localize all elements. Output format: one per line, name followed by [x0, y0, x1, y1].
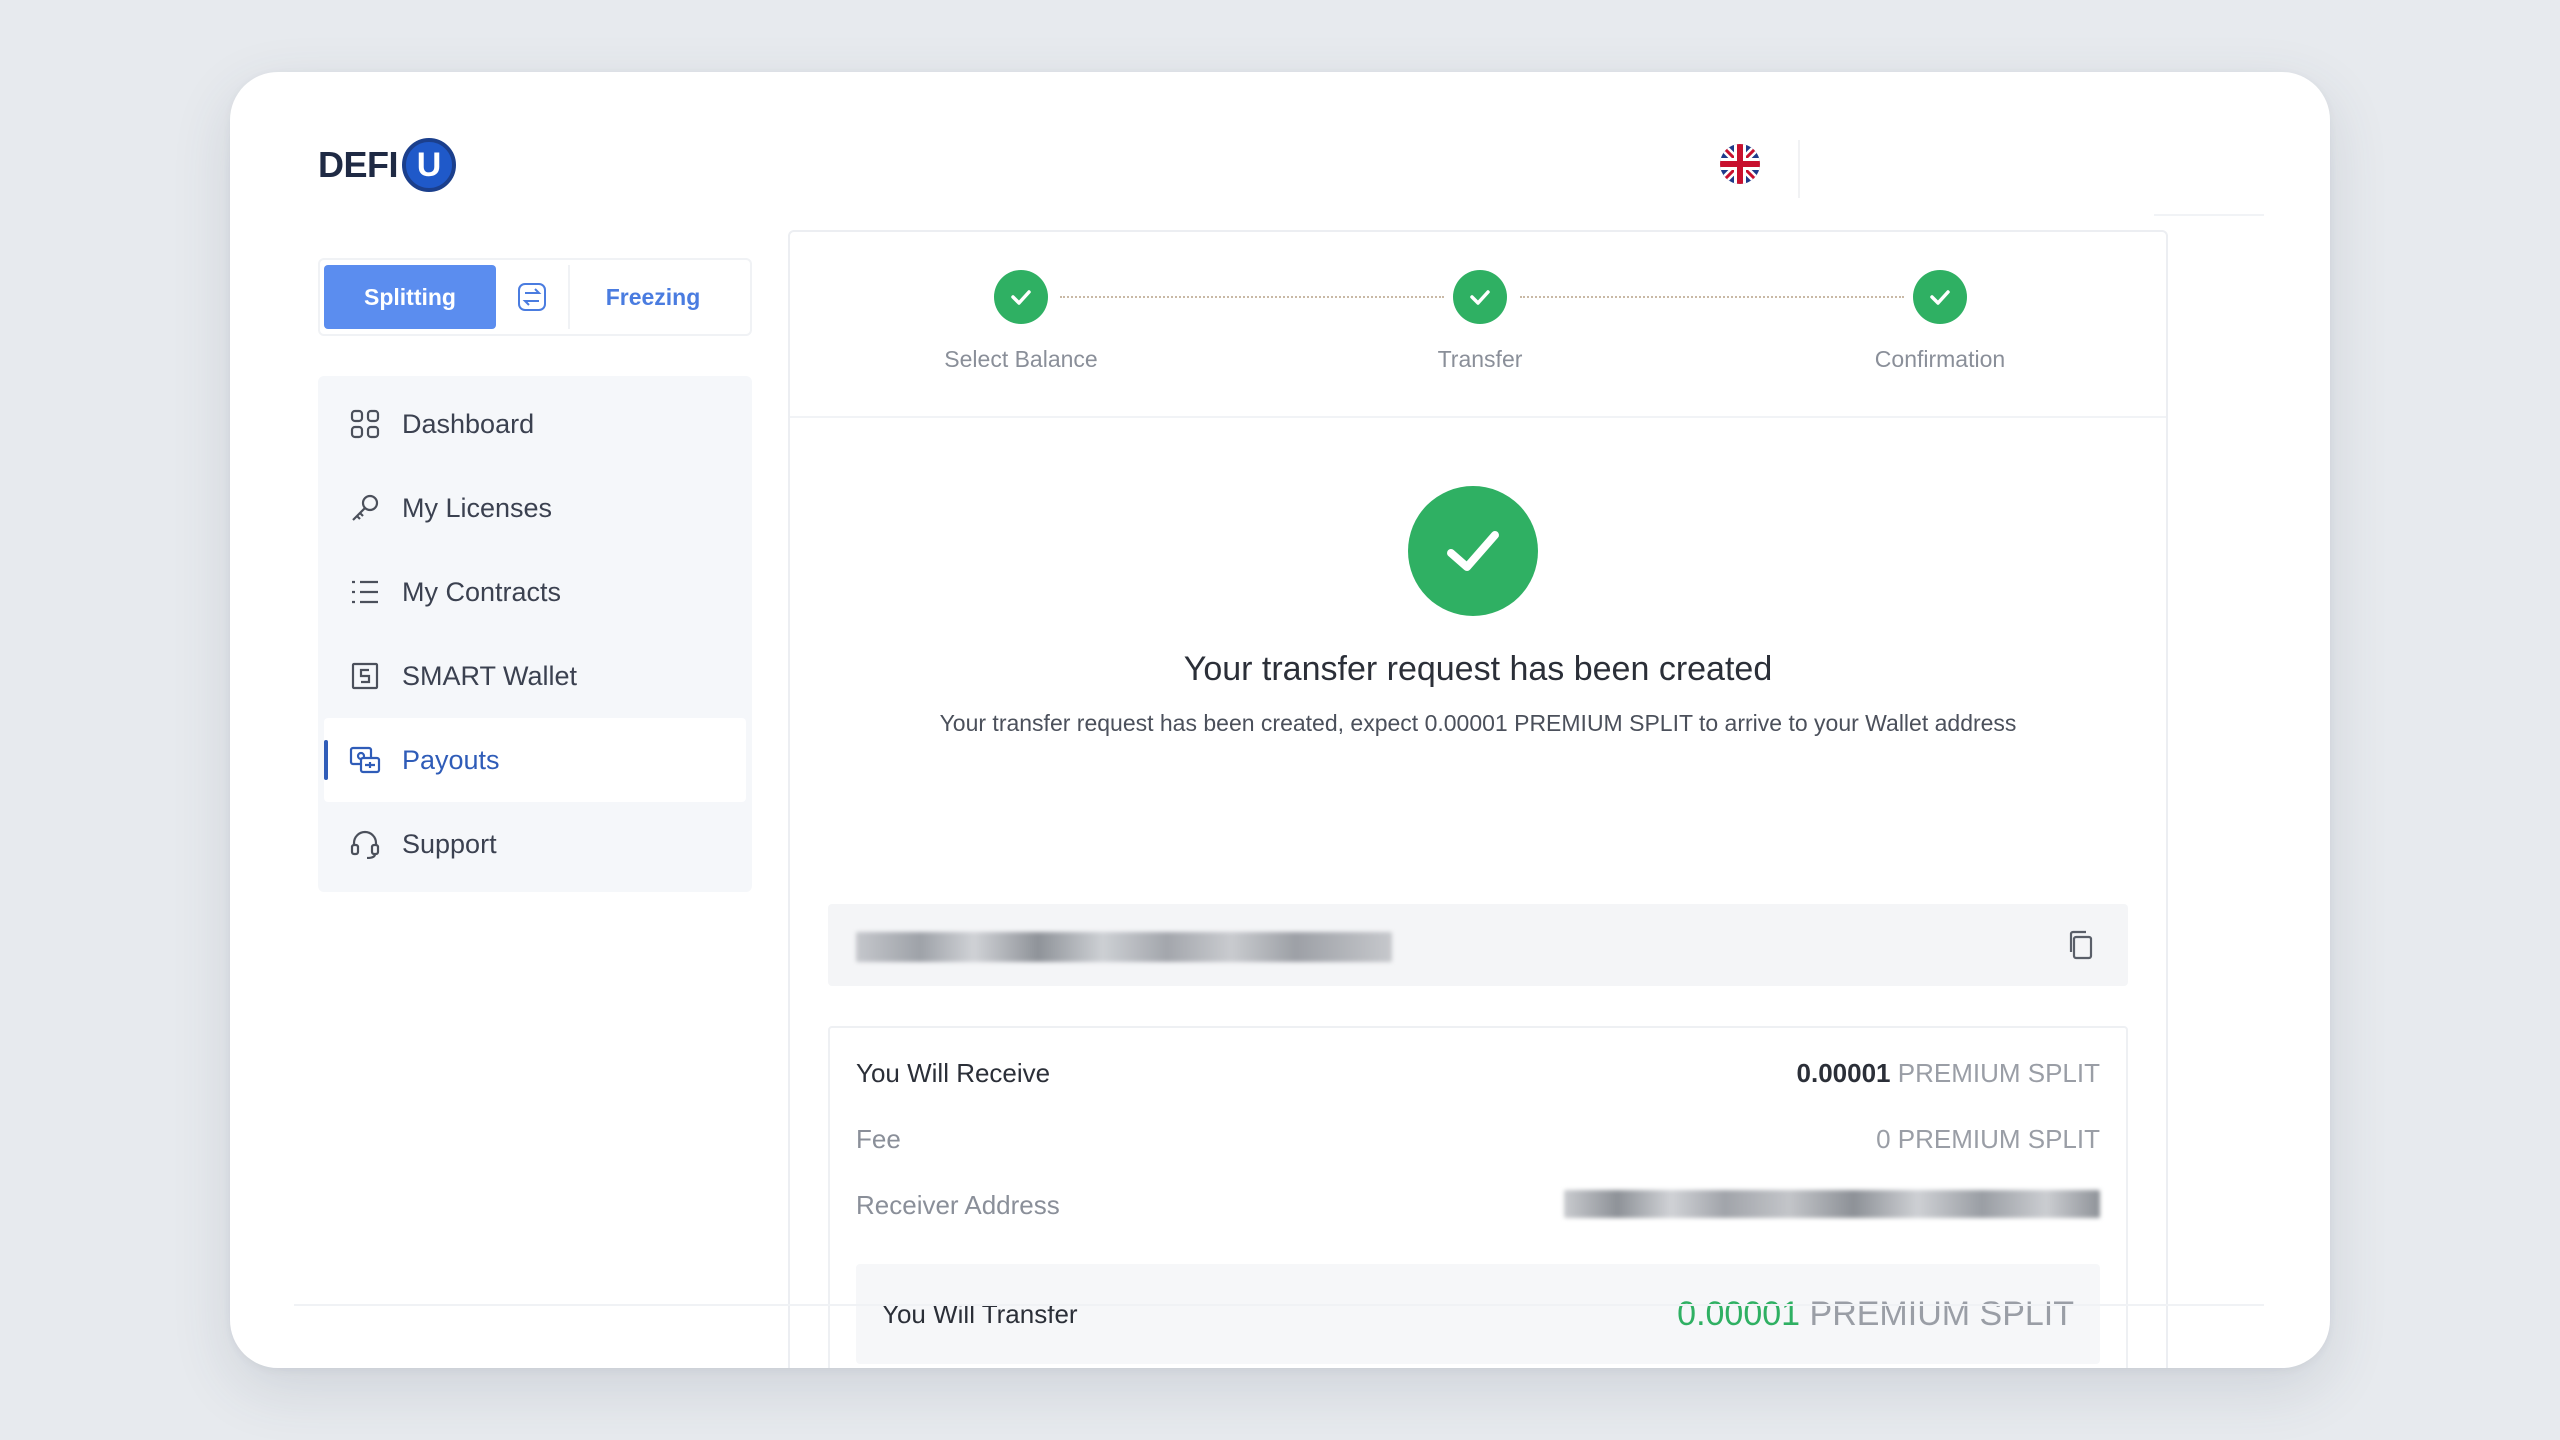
receive-row: You Will Receive 0.00001 PREMIUM SPLIT	[856, 1058, 2100, 1089]
step-label: Select Balance	[944, 346, 1098, 372]
transfer-unit: PREMIUM SPLIT	[1809, 1294, 2074, 1333]
result-title: Your transfer request has been created	[1183, 650, 1773, 688]
receiver-label: Receiver Address	[856, 1190, 1060, 1220]
sidebar-item-label: Payouts	[402, 744, 500, 775]
swap-icon[interactable]	[496, 265, 568, 329]
check-icon	[1913, 270, 1967, 324]
freezing-button[interactable]: Freezing	[568, 265, 736, 329]
step-label: Confirmation	[1874, 346, 2006, 372]
step-confirmation: Confirmation	[1820, 270, 2060, 373]
step-label: Transfer	[1437, 346, 1523, 372]
redacted-receiver-address	[1564, 1190, 2100, 1218]
sidebar-item-label: Support	[402, 828, 497, 859]
logo-badge: U	[402, 138, 457, 192]
redacted-wallet-address	[856, 932, 1392, 962]
stepper: Select Balance Transfer Confirmation	[790, 232, 2166, 418]
fee-value: 0 PREMIUM SPLIT	[1876, 1124, 2100, 1154]
check-icon	[1453, 270, 1507, 324]
app-window: DEFI U Splitting Freezing Dashboard My L…	[230, 72, 2330, 1368]
transfer-summary: You Will Receive 0.00001 PREMIUM SPLIT F…	[828, 1026, 2128, 1368]
grid-icon	[348, 407, 382, 441]
sidebar-item-support[interactable]: Support	[324, 802, 746, 886]
payouts-icon	[348, 743, 382, 777]
footer-divider	[294, 1304, 2264, 1306]
check-icon	[994, 270, 1048, 324]
step-select-balance: Select Balance	[901, 270, 1141, 373]
mode-switch: Splitting Freezing	[318, 258, 752, 336]
step-transfer: Transfer	[1360, 270, 1600, 373]
brand-logo[interactable]: DEFI U	[318, 138, 457, 192]
sidebar-item-payouts[interactable]: Payouts	[324, 718, 746, 802]
key-icon	[348, 491, 382, 525]
result-subtitle: Your transfer request has been created, …	[939, 710, 2017, 736]
header-divider	[1798, 140, 1800, 198]
transfer-amount: 0.00001	[1677, 1294, 1801, 1333]
sidebar-item-label: My Contracts	[402, 576, 562, 607]
uk-flag-icon[interactable]	[1720, 144, 1760, 184]
header-underline	[2154, 214, 2264, 216]
sidebar-nav: Dashboard My Licenses My Contracts SMART…	[318, 376, 752, 892]
sidebar-item-smart-wallet[interactable]: SMART Wallet	[324, 634, 746, 718]
sidebar-item-my-licenses[interactable]: My Licenses	[324, 466, 746, 550]
wallet-icon	[348, 659, 382, 693]
sidebar-item-dashboard[interactable]: Dashboard	[324, 382, 746, 466]
sidebar-item-label: Dashboard	[402, 408, 535, 439]
receiver-row: Receiver Address	[856, 1190, 2100, 1221]
receive-label: You Will Receive	[856, 1058, 1051, 1088]
fee-label: Fee	[856, 1124, 901, 1154]
sidebar-item-label: My Licenses	[402, 492, 553, 523]
fee-row: Fee 0 PREMIUM SPLIT	[856, 1124, 2100, 1155]
sidebar-item-label: SMART Wallet	[402, 660, 578, 691]
transfer-panel: Select Balance Transfer Confirmation You…	[788, 230, 2168, 1368]
list-icon	[348, 575, 382, 609]
transfer-total-row: You Will Transfer 0.00001 PREMIUM SPLIT	[856, 1264, 2100, 1364]
logo-text: DEFI	[318, 144, 399, 185]
copy-icon[interactable]	[2064, 928, 2098, 962]
success-check-icon	[1408, 486, 1538, 616]
splitting-button[interactable]: Splitting	[324, 265, 496, 329]
headset-icon	[348, 827, 382, 861]
receive-unit: PREMIUM SPLIT	[1897, 1058, 2100, 1088]
receive-amount: 0.00001	[1796, 1058, 1891, 1088]
wallet-address-box	[828, 904, 2128, 986]
sidebar-item-my-contracts[interactable]: My Contracts	[324, 550, 746, 634]
